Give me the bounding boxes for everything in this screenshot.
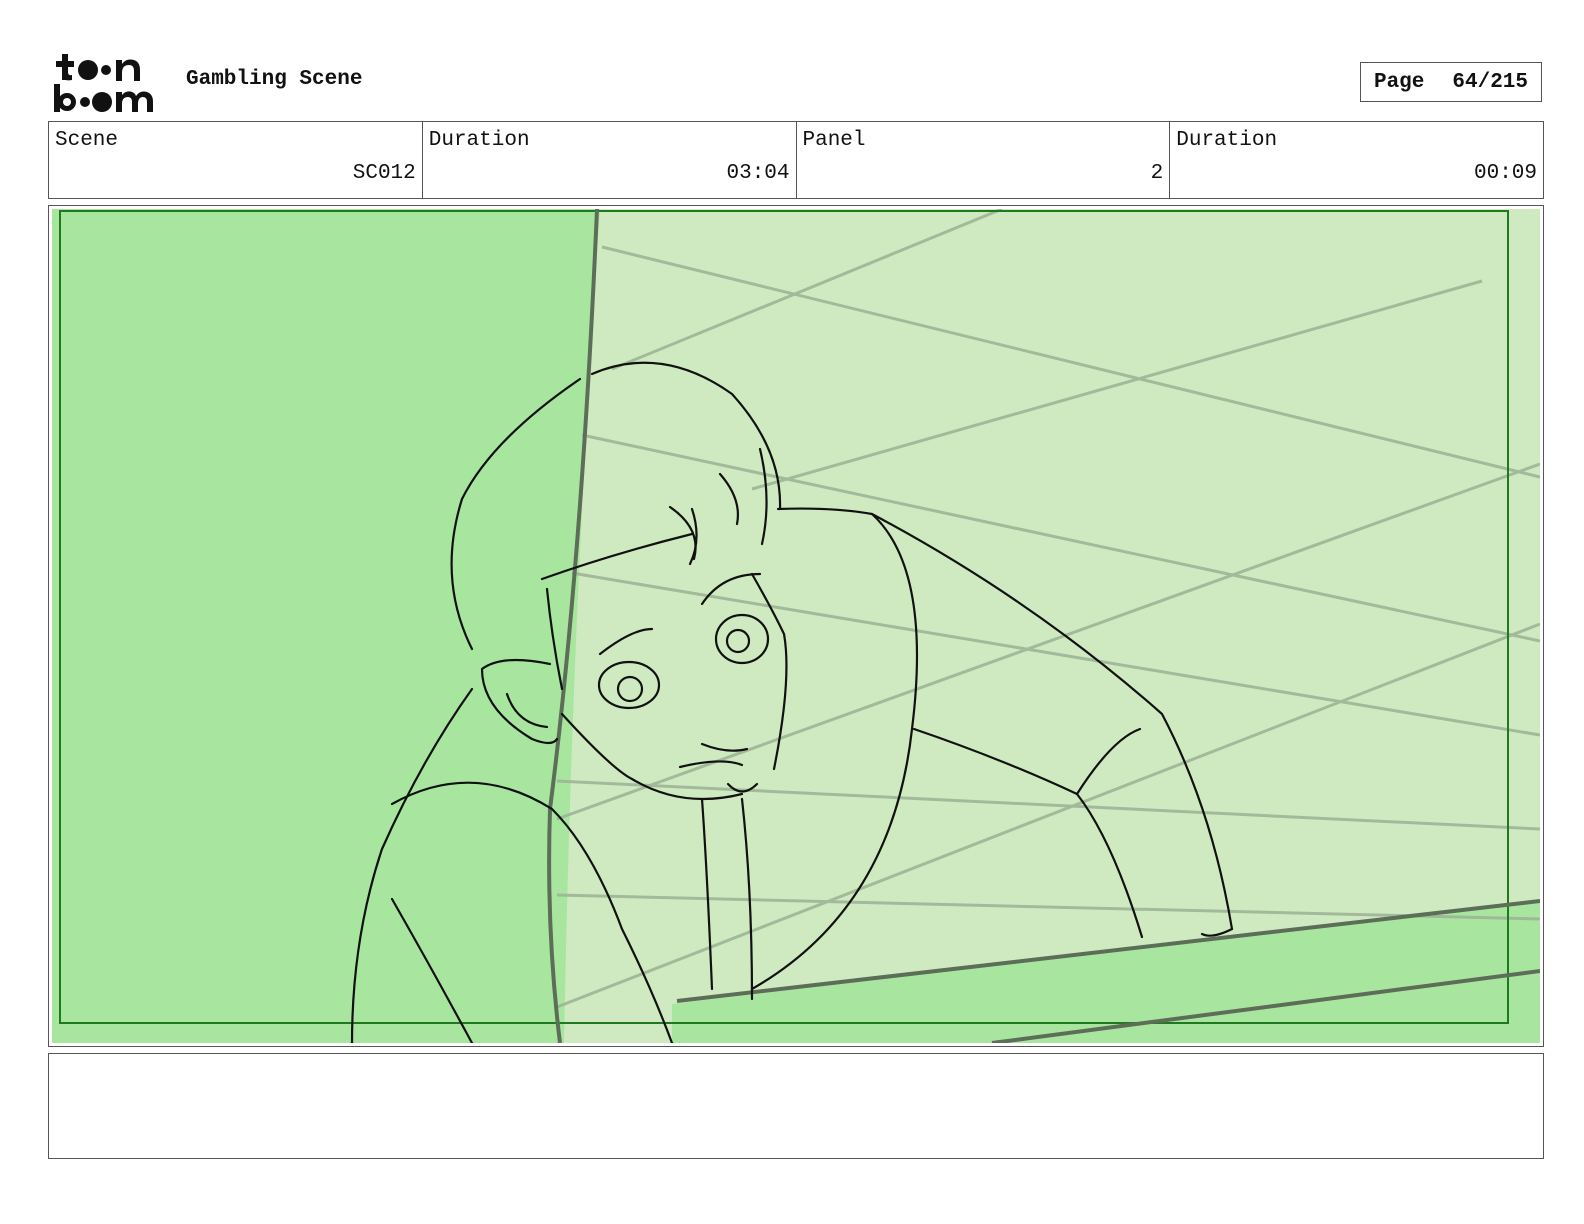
- panel-duration-label: Duration: [1176, 129, 1278, 152]
- storyboard-panel-sketch: [52, 209, 1540, 1043]
- scene-label: Scene: [55, 129, 119, 152]
- scene-info-strip: Scene SC012 Duration 03:04 Panel 2 Durat…: [48, 121, 1544, 199]
- scene-duration-value: 03:04: [726, 162, 790, 185]
- toon-boom-logo: [54, 54, 153, 112]
- page-value: 64/215: [1452, 70, 1529, 94]
- scene-duration-label: Duration: [428, 129, 530, 152]
- panel-duration-cell: Duration 00:09: [1170, 122, 1543, 198]
- panel-value: 2: [1150, 162, 1164, 185]
- panel-duration-value: 00:09: [1473, 162, 1537, 185]
- page-counter: Page 64/215: [1360, 62, 1542, 102]
- scene-cell: Scene SC012: [49, 122, 423, 198]
- scene-value: SC012: [352, 162, 416, 185]
- panel-cell: Panel 2: [797, 122, 1171, 198]
- document-title: Gambling Scene: [186, 68, 363, 91]
- foreground-wall-fill: [52, 209, 600, 1043]
- panel-notes-box: [48, 1053, 1544, 1159]
- panel-label: Panel: [802, 129, 866, 152]
- scene-duration-cell: Duration 03:04: [423, 122, 797, 198]
- page-label: Page: [1373, 70, 1425, 94]
